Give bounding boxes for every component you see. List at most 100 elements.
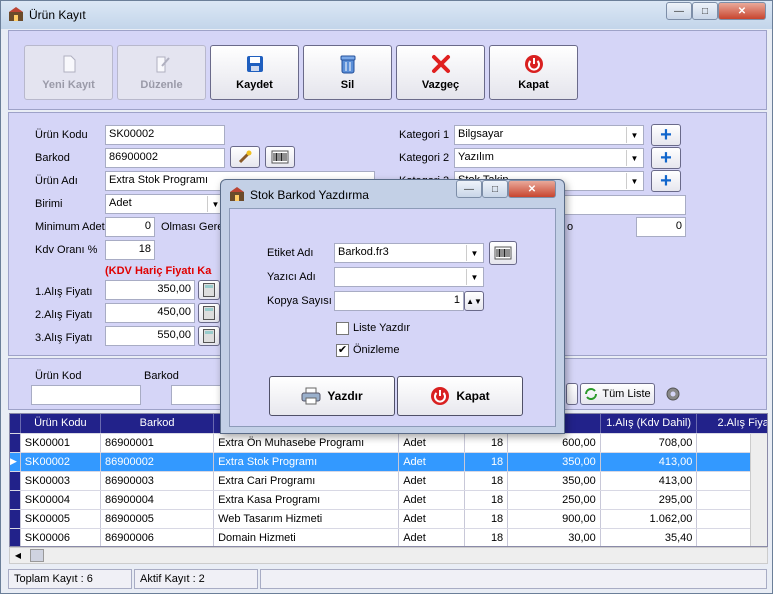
alis1-input[interactable]: 350,00 xyxy=(105,280,195,300)
table-cell: Extra Ön Muhasebe Programı xyxy=(213,433,400,453)
dialog-barcode-button[interactable] xyxy=(489,241,517,265)
table-cell: 18 xyxy=(464,490,509,510)
table-row[interactable]: SK00003 86900003 Extra Cari Programı Adet 18… xyxy=(10,471,767,491)
delete-button[interactable]: Sil xyxy=(303,45,392,100)
table-cell: 708,00 xyxy=(600,433,698,453)
table-cell: Domain Hizmeti xyxy=(213,528,400,546)
barkod-input[interactable]: 86900002 xyxy=(105,148,225,168)
table-row[interactable]: ▶ SK00002 86900002 Extra Stok Programı Adet 1… xyxy=(10,452,767,472)
table-cell: 600,00 xyxy=(507,433,601,453)
wand-icon xyxy=(238,150,252,164)
alis2-label: 2.Alış Fiyatı xyxy=(35,309,93,321)
kategori1-select[interactable]: Bilgsayar ▼ xyxy=(454,125,644,145)
birimi-value: Adet xyxy=(109,197,132,209)
hidden-text-field[interactable] xyxy=(564,195,686,215)
calculator-button-1[interactable] xyxy=(198,280,220,300)
calculator-button-2[interactable] xyxy=(198,303,220,323)
table-row[interactable]: SK00001 86900001 Extra Ön Muhasebe Program… xyxy=(10,433,767,453)
grid-header-cell[interactable]: 2.Alış Fiya xyxy=(696,414,767,434)
kopya-spinner[interactable]: ▲▼ xyxy=(464,291,484,311)
alis3-label: 3.Alış Fiyatı xyxy=(35,332,93,344)
table-row[interactable]: SK00005 86900005 Web Tasarım Hizmeti Adet 18… xyxy=(10,509,767,529)
chevron-down-icon: ▼ xyxy=(466,245,482,261)
kopya-input[interactable]: 1 xyxy=(334,291,464,311)
plus-icon: + xyxy=(660,124,672,146)
table-cell: 86900001 xyxy=(100,433,215,453)
table-cell: SK00006 xyxy=(20,528,101,546)
minimize-button[interactable]: — xyxy=(666,2,692,20)
table-cell: Adet xyxy=(398,433,465,453)
table-cell: 18 xyxy=(464,528,509,546)
table-row[interactable]: SK00006 86900006 Domain Hizmeti Adet 18 30,00… xyxy=(10,528,767,546)
filter-urun-kod-input[interactable] xyxy=(31,385,141,405)
grid-header-cell[interactable]: 1.Alış (Kdv Dahil) xyxy=(600,414,698,434)
table-cell: SK00005 xyxy=(20,509,101,529)
grid-header-cell[interactable]: Ürün Kodu xyxy=(20,414,101,434)
maximize-button[interactable]: □ xyxy=(692,2,718,20)
print-button[interactable]: Yazdır xyxy=(269,376,395,416)
minimize-icon: — xyxy=(674,5,684,17)
table-cell: 413,00 xyxy=(600,471,698,491)
printer-icon xyxy=(301,387,321,405)
dialog-maximize-button[interactable]: □ xyxy=(482,180,508,198)
all-list-label: Tüm Liste xyxy=(602,388,651,400)
settings-gear-icon[interactable] xyxy=(665,386,681,402)
title-bar[interactable]: Ürün Kayıt — □ ✕ xyxy=(1,1,772,29)
barcode-icon xyxy=(494,246,512,260)
right-number-input[interactable]: 0 xyxy=(636,217,686,237)
table-cell: 86900003 xyxy=(100,471,215,491)
new-record-button[interactable]: Yeni Kayıt xyxy=(24,45,113,100)
urun-kodu-input[interactable]: SK00002 xyxy=(105,125,225,145)
min-adet-input[interactable]: 0 xyxy=(105,217,155,237)
alis2-input[interactable]: 450,00 xyxy=(105,303,195,323)
save-label: Kaydet xyxy=(236,79,273,91)
all-list-button[interactable]: Tüm Liste xyxy=(580,383,655,405)
add-kategori1-button[interactable]: + xyxy=(651,124,681,146)
table-cell: 18 xyxy=(464,452,509,472)
dialog-kapat-button[interactable]: Kapat xyxy=(397,376,523,416)
liste-yazdir-checkbox[interactable] xyxy=(336,322,349,335)
add-kategori3-button[interactable]: + xyxy=(651,170,681,192)
table-cell: Adet xyxy=(398,509,465,529)
horizontal-scrollbar[interactable]: ◀ xyxy=(9,547,768,564)
kdv-input[interactable]: 18 xyxy=(105,240,155,260)
edit-document-icon xyxy=(156,56,170,73)
table-cell: SK00004 xyxy=(20,490,101,510)
birimi-select[interactable]: Adet ▼ xyxy=(105,194,225,214)
minimize-icon: — xyxy=(464,183,474,195)
onizleme-checkbox[interactable]: ✔ xyxy=(336,344,349,357)
dialog-minimize-button[interactable]: — xyxy=(456,180,482,198)
cancel-button[interactable]: Vazgeç xyxy=(396,45,485,100)
row-indicator xyxy=(10,490,21,510)
grid-header-cell[interactable]: Barkod xyxy=(100,414,215,434)
print-barcode-button[interactable] xyxy=(265,146,295,168)
table-cell: Adet xyxy=(398,471,465,491)
generate-barcode-button[interactable] xyxy=(230,146,260,168)
kategori2-select[interactable]: Yazılım ▼ xyxy=(454,148,644,168)
etiket-select[interactable]: Barkod.fr3 ▼ xyxy=(334,243,484,263)
scroll-thumb[interactable] xyxy=(30,549,44,562)
maximize-icon: □ xyxy=(701,5,709,17)
alis3-input[interactable]: 550,00 xyxy=(105,326,195,346)
save-button[interactable]: Kaydet xyxy=(210,45,299,100)
scroll-left-icon[interactable]: ◀ xyxy=(10,548,26,563)
table-cell: SK00003 xyxy=(20,471,101,491)
table-row[interactable]: SK00004 86900004 Extra Kasa Programı Adet 18… xyxy=(10,490,767,510)
vertical-scrollbar[interactable] xyxy=(750,434,767,546)
urun-kodu-label: Ürün Kodu xyxy=(35,129,88,141)
barcode-icon xyxy=(271,150,289,164)
edit-button[interactable]: Düzenle xyxy=(117,45,206,100)
new-document-icon xyxy=(63,55,76,73)
power-icon xyxy=(431,387,450,405)
calculator-button-3[interactable] xyxy=(198,326,220,346)
dialog-close-button[interactable]: ✕ xyxy=(508,180,556,198)
yazici-select[interactable]: ▼ xyxy=(334,267,484,287)
close-window-button[interactable]: ✕ xyxy=(718,2,766,20)
table-cell: 250,00 xyxy=(507,490,601,510)
close-button[interactable]: Kapat xyxy=(489,45,578,100)
barkod-label: Barkod xyxy=(35,152,70,164)
filter-button[interactable] xyxy=(566,383,578,405)
liste-yazdir-label: Liste Yazdır xyxy=(353,322,411,334)
kopya-label: Kopya Sayısı xyxy=(267,295,332,307)
add-kategori2-button[interactable]: + xyxy=(651,147,681,169)
